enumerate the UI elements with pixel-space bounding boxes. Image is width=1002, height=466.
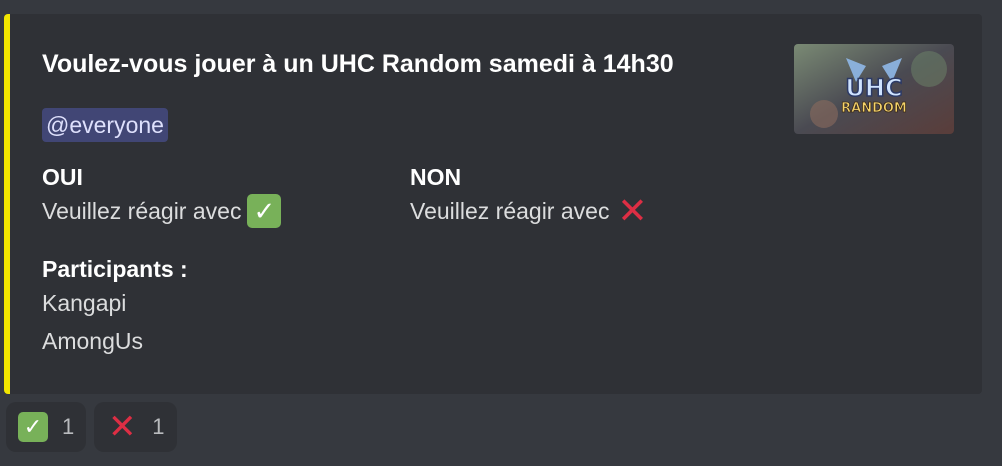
- participants-heading: Participants :: [42, 256, 188, 282]
- check-mark-icon: ✓: [18, 412, 48, 442]
- check-mark-icon: ✓: [247, 194, 282, 228]
- svg-text:RANDOM: RANDOM: [841, 101, 907, 116]
- reactions-bar: ✓ 1 ✕ 1: [6, 402, 177, 452]
- field-oui-name: OUI: [42, 164, 83, 190]
- field-participants: Participants : Kangapi AmongUs: [42, 254, 188, 360]
- participant-item: AmongUs: [42, 328, 143, 354]
- field-non-text: Veuillez réagir avec: [410, 198, 610, 224]
- cross-mark-icon: ✕: [617, 190, 648, 231]
- cross-mark-icon: ✕: [108, 408, 137, 446]
- field-non-name: NON: [410, 164, 462, 190]
- reaction-cross[interactable]: ✕ 1: [94, 402, 177, 452]
- reaction-count: 1: [62, 414, 75, 439]
- svg-text:UHC: UHC: [845, 74, 902, 102]
- field-non: NON Veuillez réagir avec ✕: [410, 162, 649, 230]
- field-oui: OUI Veuillez réagir avec ✓: [42, 162, 282, 230]
- uhc-random-logo: UHC RANDOM: [794, 44, 954, 134]
- uhc-random-thumbnail[interactable]: UHC RANDOM: [794, 44, 954, 134]
- everyone-mention[interactable]: @everyone: [42, 108, 168, 142]
- field-oui-value: Veuillez réagir avec ✓: [42, 192, 282, 230]
- participant-item: Kangapi: [42, 290, 127, 316]
- reaction-count: 1: [152, 414, 165, 439]
- field-oui-text: Veuillez réagir avec: [42, 198, 242, 224]
- reaction-check[interactable]: ✓ 1: [6, 402, 87, 452]
- poll-embed: Voulez-vous jouer à un UHC Random samedi…: [4, 14, 982, 394]
- field-non-value: Veuillez réagir avec ✕: [410, 192, 649, 230]
- embed-title: Voulez-vous jouer à un UHC Random samedi…: [42, 50, 674, 78]
